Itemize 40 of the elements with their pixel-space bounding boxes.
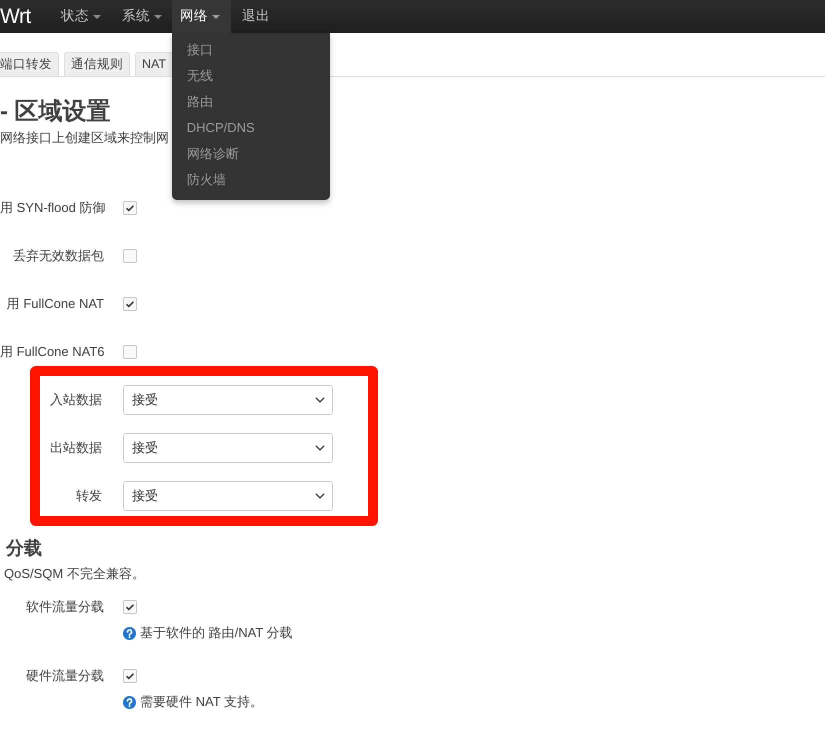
- help-text: 基于软件的 路由/NAT 分载: [140, 624, 293, 642]
- menu-item[interactable]: 接口: [172, 37, 330, 63]
- help-icon: [123, 696, 136, 708]
- policy-select[interactable]: 接受: [123, 385, 333, 415]
- section-title: 分载: [6, 537, 42, 560]
- checkbox[interactable]: [123, 297, 137, 311]
- help-text: 需要硬件 NAT 支持。: [140, 693, 264, 711]
- option-label: 用 FullCone NAT: [6, 295, 104, 314]
- field-label: 入站数据: [49, 391, 102, 410]
- option-label: 用 SYN-flood 防御: [0, 199, 104, 218]
- field-label: 出站数据: [49, 439, 102, 458]
- checkbox[interactable]: [123, 600, 137, 614]
- option-label: 用 FullCone NAT6: [0, 343, 104, 362]
- policy-select[interactable]: 接受: [123, 481, 333, 511]
- menu-item[interactable]: 路由: [172, 89, 330, 115]
- checkbox[interactable]: [123, 345, 137, 359]
- menu-item[interactable]: 防火墙: [172, 167, 330, 193]
- option-label: 丢弃无效数据包: [12, 247, 104, 266]
- section-title: - 区域设置: [0, 97, 111, 127]
- menu-item[interactable]: 无线: [172, 63, 330, 89]
- help-icon: [123, 626, 136, 640]
- tab[interactable]: NAT: [135, 52, 174, 76]
- menu-item[interactable]: DHCP/DNS: [172, 115, 330, 141]
- brand-name[interactable]: Wrt: [0, 0, 31, 33]
- option-label: 硬件流量分载: [25, 667, 104, 686]
- checkbox[interactable]: [123, 249, 137, 263]
- tab[interactable]: 端口转发: [0, 52, 59, 76]
- nav-menu[interactable]: 状态: [50, 0, 111, 33]
- option-label: 软件流量分载: [25, 598, 104, 616]
- nav-menu[interactable]: 退出: [230, 0, 280, 33]
- section-description: 网络接口上创建区域来控制网: [0, 129, 169, 147]
- checkbox[interactable]: [123, 201, 137, 215]
- tab[interactable]: 通信规则: [64, 52, 130, 76]
- policy-select[interactable]: 接受: [123, 433, 333, 463]
- checkbox[interactable]: [123, 669, 137, 683]
- field-label: 转发: [75, 487, 102, 506]
- menu-item[interactable]: 网络诊断: [172, 141, 330, 167]
- nav-menu[interactable]: 网络: [172, 0, 231, 33]
- section-description: QoS/SQM 不完全兼容。: [4, 565, 145, 583]
- nav-menu[interactable]: 系统: [110, 0, 172, 33]
